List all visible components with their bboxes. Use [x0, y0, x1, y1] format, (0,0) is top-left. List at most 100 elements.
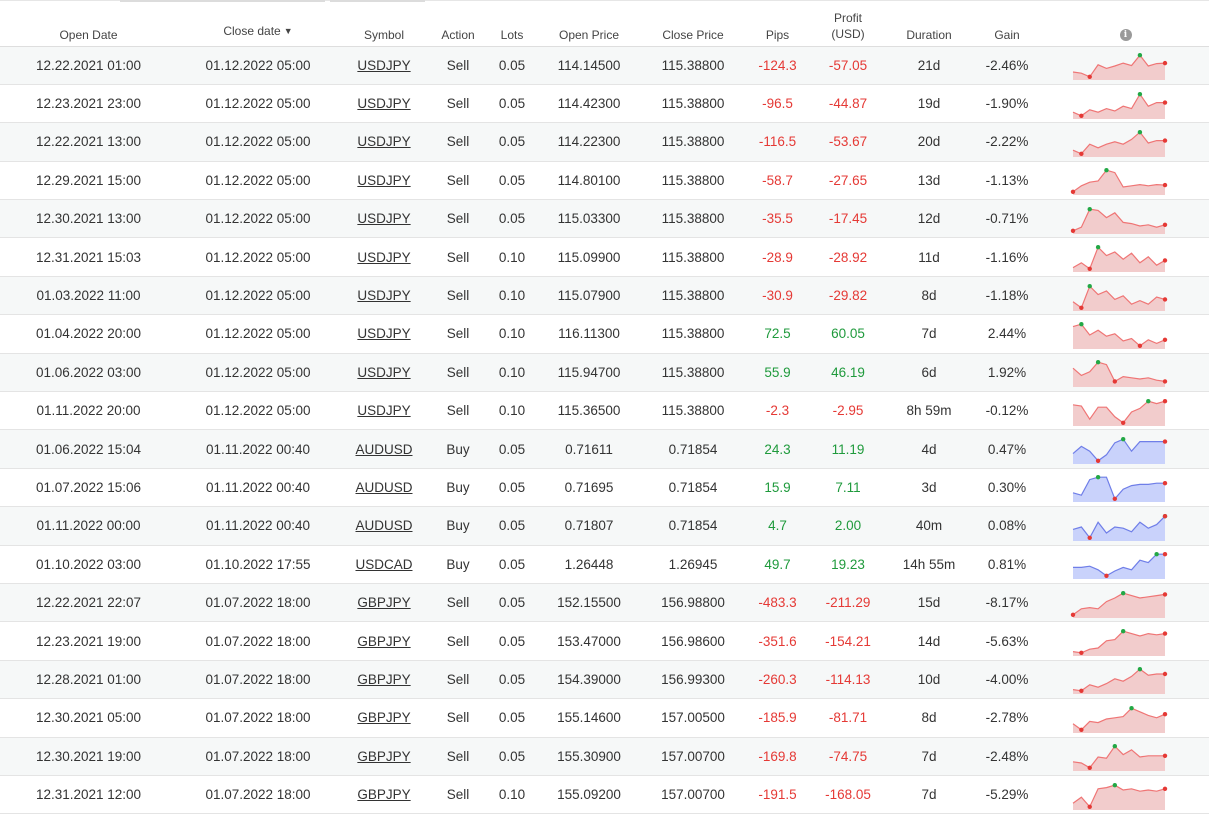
cell-symbol[interactable]: GBPJPY	[339, 737, 429, 776]
table-row[interactable]: 12.28.2021 01:00 01.07.2022 18:00 GBPJPY Se…	[0, 660, 1209, 700]
trade-sparkline[interactable]	[1070, 781, 1168, 811]
cell-symbol[interactable]: AUDUSD	[339, 468, 429, 508]
cell-sparkline[interactable]	[1042, 161, 1209, 201]
cell-symbol[interactable]: GBPJPY	[339, 621, 429, 661]
cell-symbol[interactable]: AUDUSD	[339, 506, 429, 546]
symbol-link[interactable]: USDJPY	[357, 250, 410, 265]
cell-sparkline[interactable]	[1042, 737, 1209, 776]
trade-sparkline[interactable]	[1070, 589, 1168, 619]
symbol-link[interactable]: USDCAD	[355, 557, 412, 572]
symbol-link[interactable]: USDJPY	[357, 365, 410, 380]
cell-symbol[interactable]: USDJPY	[339, 84, 429, 124]
cell-symbol[interactable]: AUDUSD	[339, 429, 429, 469]
table-row[interactable]: 01.04.2022 20:00 01.12.2022 05:00 USDJPY Se…	[0, 314, 1209, 354]
cell-symbol[interactable]: USDJPY	[339, 276, 429, 316]
col-header-symbol[interactable]: Symbol	[339, 0, 429, 47]
trade-sparkline[interactable]	[1070, 243, 1168, 273]
symbol-link[interactable]: USDJPY	[357, 134, 410, 149]
trade-sparkline[interactable]	[1070, 704, 1168, 734]
cell-symbol[interactable]: USDJPY	[339, 122, 429, 162]
symbol-link[interactable]: GBPJPY	[357, 787, 410, 802]
cell-sparkline[interactable]	[1042, 468, 1209, 508]
cell-sparkline[interactable]	[1042, 583, 1209, 623]
cell-sparkline[interactable]	[1042, 237, 1209, 277]
table-row[interactable]: 12.29.2021 15:00 01.12.2022 05:00 USDJPY Se…	[0, 161, 1209, 201]
symbol-link[interactable]: AUDUSD	[355, 442, 412, 457]
table-row[interactable]: 01.10.2022 03:00 01.10.2022 17:55 USDCAD Bu…	[0, 545, 1209, 584]
table-row[interactable]: 12.31.2021 12:00 01.07.2022 18:00 GBPJPY Se…	[0, 775, 1209, 815]
symbol-link[interactable]: USDJPY	[357, 96, 410, 111]
cell-sparkline[interactable]	[1042, 698, 1209, 738]
symbol-link[interactable]: GBPJPY	[357, 710, 410, 725]
symbol-link[interactable]: GBPJPY	[357, 634, 410, 649]
symbol-link[interactable]: GBPJPY	[357, 672, 410, 687]
table-row[interactable]: 01.07.2022 15:06 01.11.2022 00:40 AUDUSD Bu…	[0, 468, 1209, 508]
table-row[interactable]: 01.06.2022 15:04 01.11.2022 00:40 AUDUSD Bu…	[0, 429, 1209, 469]
cell-sparkline[interactable]	[1042, 314, 1209, 354]
cell-sparkline[interactable]	[1042, 46, 1209, 85]
trade-sparkline[interactable]	[1070, 550, 1168, 580]
table-row[interactable]: 01.11.2022 20:00 01.12.2022 05:00 USDJPY Se…	[0, 391, 1209, 431]
symbol-link[interactable]: USDJPY	[357, 173, 410, 188]
table-row[interactable]: 12.22.2021 13:00 01.12.2022 05:00 USDJPY Se…	[0, 122, 1209, 162]
table-row[interactable]: 12.23.2021 19:00 01.07.2022 18:00 GBPJPY Se…	[0, 621, 1209, 661]
trade-sparkline[interactable]	[1070, 358, 1168, 388]
cell-symbol[interactable]: USDJPY	[339, 237, 429, 277]
symbol-link[interactable]: USDJPY	[357, 326, 410, 341]
col-header-gain[interactable]: Gain	[972, 0, 1042, 47]
col-header-open-price[interactable]: Open Price	[537, 0, 641, 47]
col-header-close-date[interactable]: Close date ▼	[177, 0, 339, 47]
trade-sparkline[interactable]	[1070, 627, 1168, 657]
table-row[interactable]: 12.22.2021 01:00 01.12.2022 05:00 USDJPY Se…	[0, 46, 1209, 85]
cell-symbol[interactable]: GBPJPY	[339, 583, 429, 623]
cell-sparkline[interactable]	[1042, 775, 1209, 815]
cell-sparkline[interactable]	[1042, 199, 1209, 239]
trade-sparkline[interactable]	[1070, 665, 1168, 695]
symbol-link[interactable]: USDJPY	[357, 211, 410, 226]
trade-sparkline[interactable]	[1070, 282, 1168, 312]
cell-sparkline[interactable]	[1042, 545, 1209, 584]
trade-sparkline[interactable]	[1070, 320, 1168, 350]
trade-sparkline[interactable]	[1070, 51, 1168, 81]
col-header-open-date[interactable]: Open Date	[0, 0, 177, 47]
cell-symbol[interactable]: GBPJPY	[339, 775, 429, 815]
trade-sparkline[interactable]	[1070, 128, 1168, 158]
cell-sparkline[interactable]	[1042, 353, 1209, 393]
trade-sparkline[interactable]	[1070, 205, 1168, 235]
cell-sparkline[interactable]	[1042, 84, 1209, 124]
symbol-link[interactable]: USDJPY	[357, 288, 410, 303]
trade-sparkline[interactable]	[1070, 166, 1168, 196]
cell-sparkline[interactable]	[1042, 660, 1209, 700]
cell-symbol[interactable]: GBPJPY	[339, 660, 429, 700]
col-header-chart-info[interactable]: i	[1042, 0, 1209, 47]
trade-sparkline[interactable]	[1070, 435, 1168, 465]
trade-sparkline[interactable]	[1070, 512, 1168, 542]
cell-sparkline[interactable]	[1042, 506, 1209, 546]
table-row[interactable]: 12.23.2021 23:00 01.12.2022 05:00 USDJPY Se…	[0, 84, 1209, 124]
col-header-profit[interactable]: Profit (USD)	[810, 0, 886, 47]
table-row[interactable]: 12.22.2021 22:07 01.07.2022 18:00 GBPJPY Se…	[0, 583, 1209, 623]
trade-sparkline[interactable]	[1070, 473, 1168, 503]
cell-symbol[interactable]: USDJPY	[339, 161, 429, 201]
cell-sparkline[interactable]	[1042, 276, 1209, 316]
symbol-link[interactable]: AUDUSD	[355, 480, 412, 495]
table-row[interactable]: 12.31.2021 15:03 01.12.2022 05:00 USDJPY Se…	[0, 237, 1209, 277]
cell-symbol[interactable]: USDCAD	[339, 545, 429, 584]
cell-symbol[interactable]: USDJPY	[339, 46, 429, 85]
col-header-action[interactable]: Action	[429, 0, 487, 47]
symbol-link[interactable]: AUDUSD	[355, 518, 412, 533]
col-header-pips[interactable]: Pips	[745, 0, 810, 47]
symbol-link[interactable]: USDJPY	[357, 403, 410, 418]
col-header-close-price[interactable]: Close Price	[641, 0, 745, 47]
cell-symbol[interactable]: GBPJPY	[339, 698, 429, 738]
table-row[interactable]: 12.30.2021 19:00 01.07.2022 18:00 GBPJPY Se…	[0, 737, 1209, 776]
table-row[interactable]: 01.06.2022 03:00 01.12.2022 05:00 USDJPY Se…	[0, 353, 1209, 393]
info-icon[interactable]: i	[1119, 28, 1132, 41]
trade-sparkline[interactable]	[1070, 397, 1168, 427]
table-row[interactable]: 12.30.2021 05:00 01.07.2022 18:00 GBPJPY Se…	[0, 698, 1209, 738]
table-row[interactable]: 01.11.2022 00:00 01.11.2022 00:40 AUDUSD Bu…	[0, 506, 1209, 546]
cell-sparkline[interactable]	[1042, 621, 1209, 661]
cell-symbol[interactable]: USDJPY	[339, 314, 429, 354]
symbol-link[interactable]: USDJPY	[357, 58, 410, 73]
cell-symbol[interactable]: USDJPY	[339, 199, 429, 239]
